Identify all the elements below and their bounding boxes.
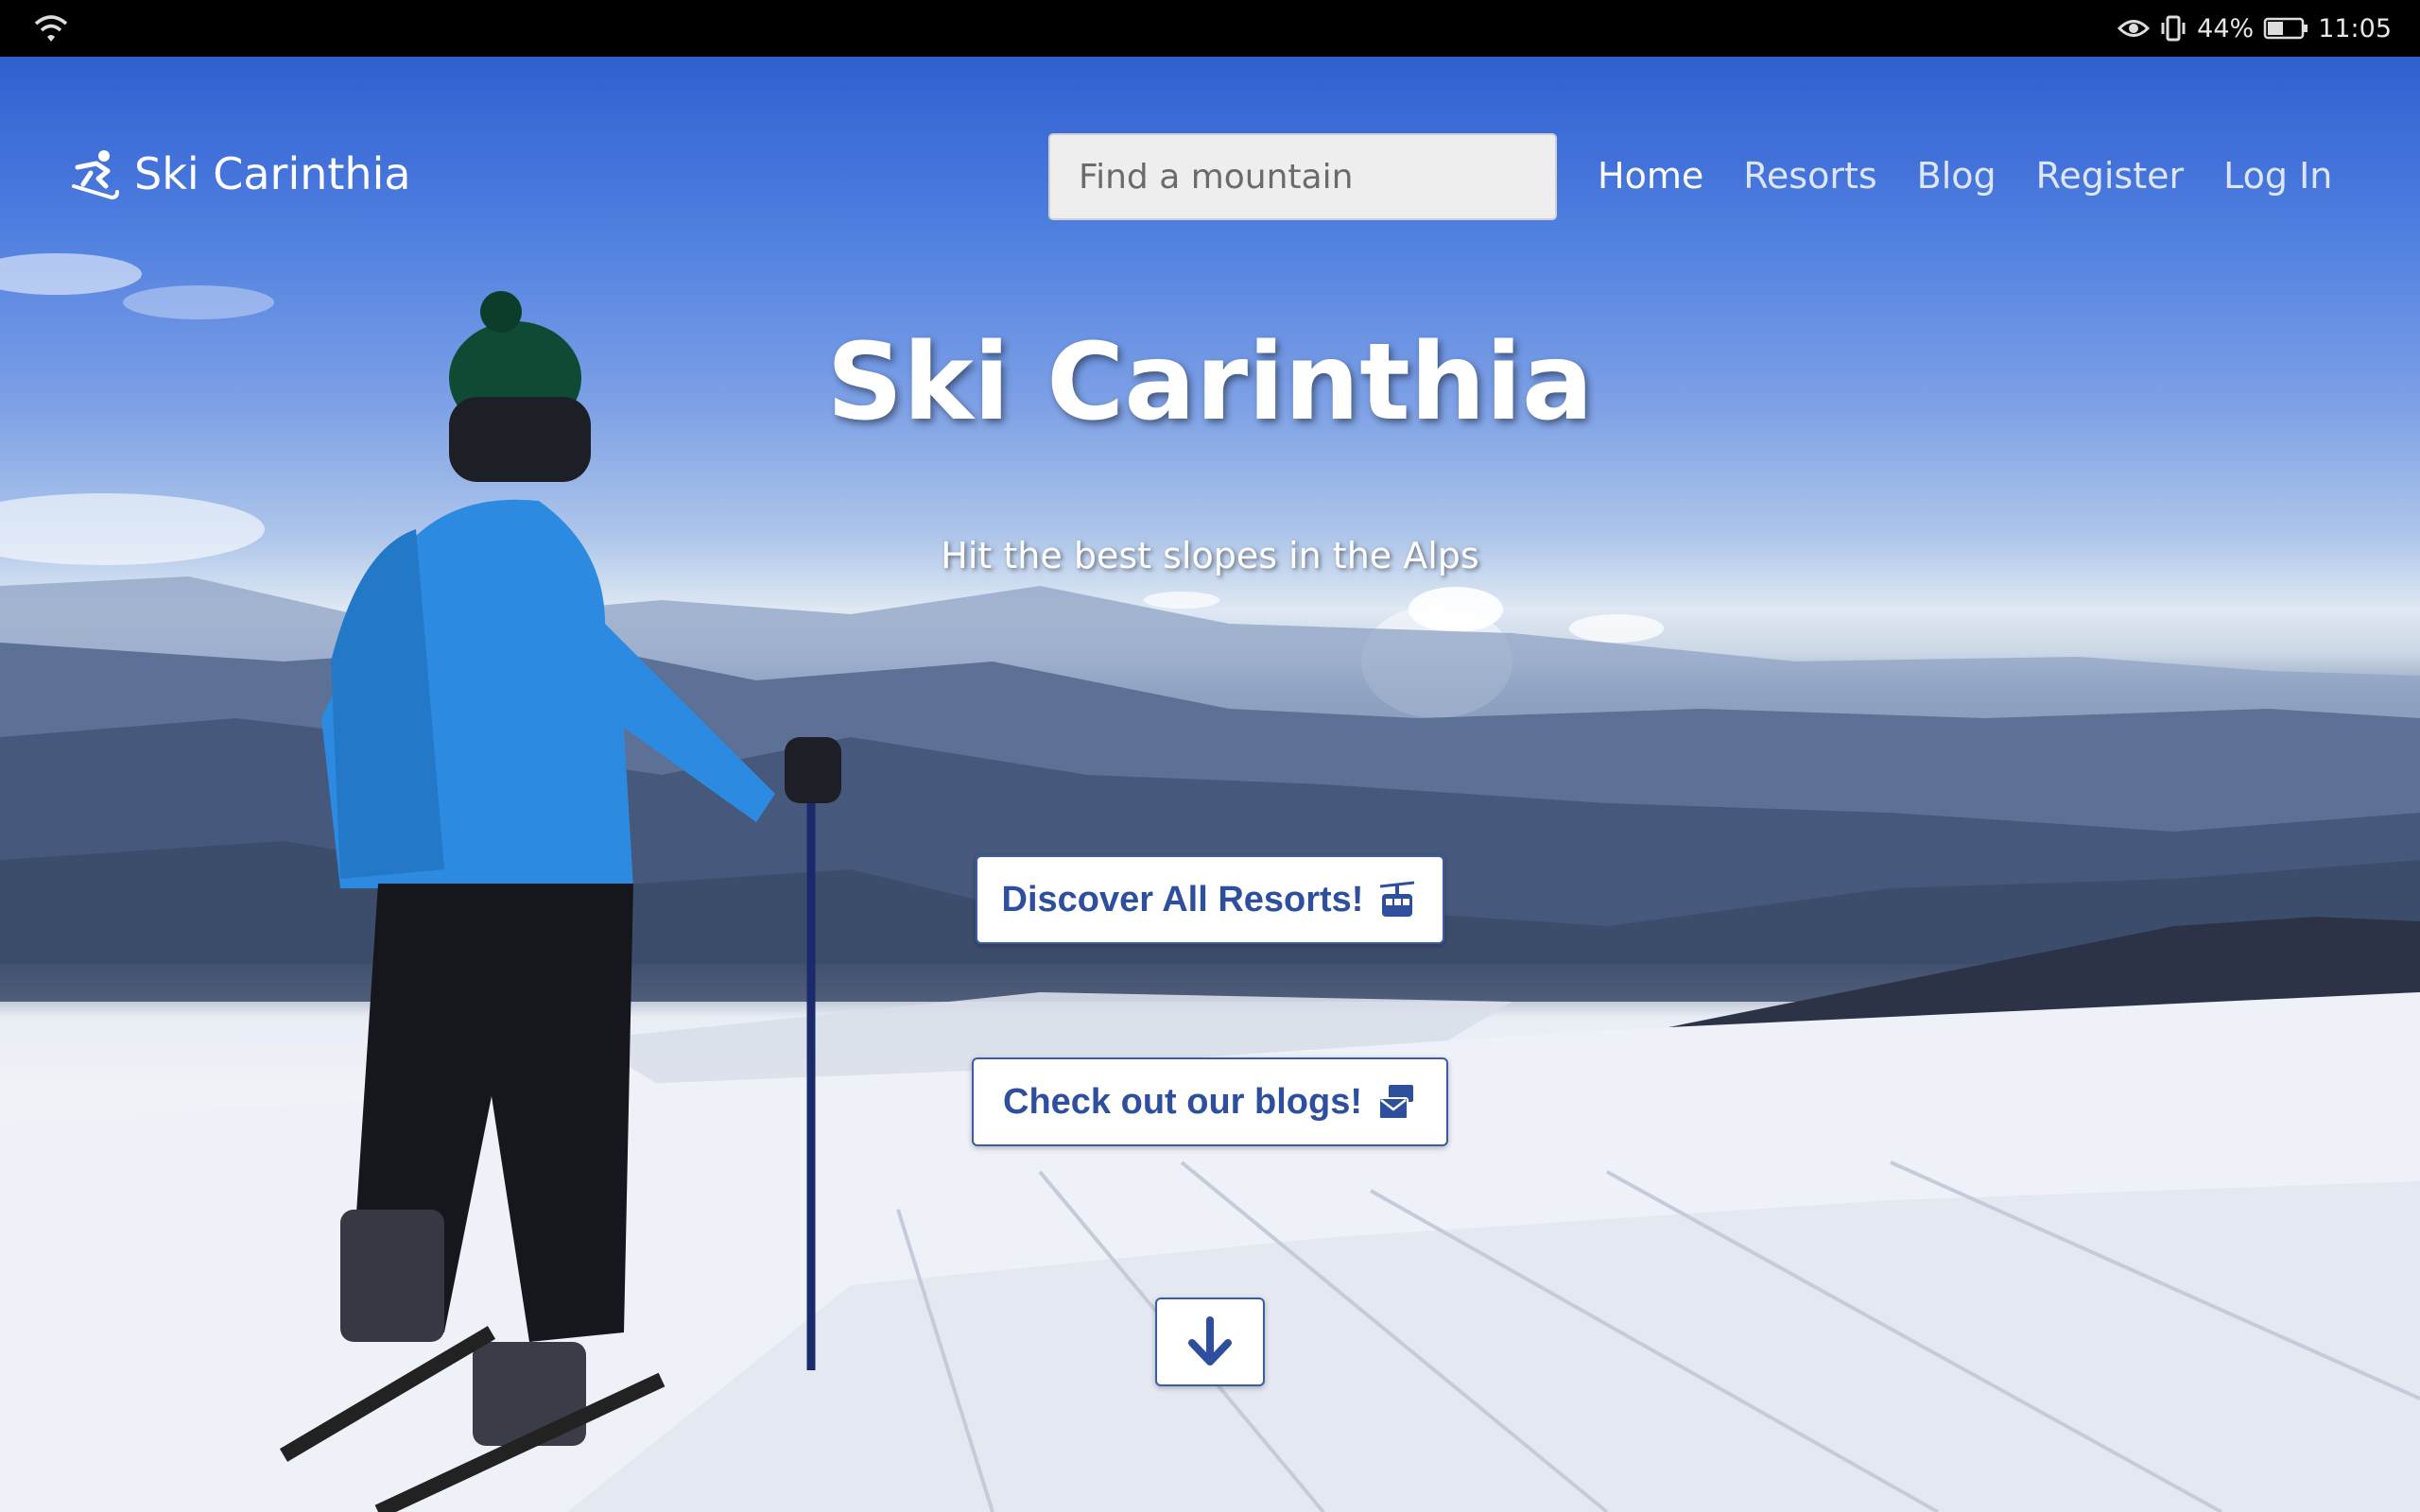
nav-link-login[interactable]: Log In [2223, 155, 2332, 197]
status-bar: 44% 11:05 [0, 0, 2420, 57]
search-input[interactable] [1048, 133, 1557, 220]
wifi-icon [34, 15, 68, 42]
nav-link-resorts[interactable]: Resorts [1743, 155, 1876, 197]
hero-subtitle: Hit the best slopes in the Alps [941, 535, 1479, 576]
arrow-down-icon [1188, 1316, 1232, 1366]
battery-percent: 44% [2197, 13, 2255, 43]
check-blogs-label: Check out our blogs! [1003, 1081, 1362, 1122]
hero-title: Ski Carinthia [826, 321, 1594, 444]
hero-background-image [0, 253, 2420, 1512]
brand-logo[interactable]: Ski Carinthia [70, 148, 411, 199]
scroll-down-button[interactable] [1155, 1297, 1265, 1386]
nav-link-register[interactable]: Register [2036, 155, 2184, 197]
main-nav: Home Resorts Blog Register Log In [1598, 155, 2332, 197]
hero-section: Ski Carinthia Home Resorts Blog Register… [0, 57, 2420, 1512]
brand-name: Ski Carinthia [134, 148, 411, 199]
discover-resorts-button[interactable]: Discover All Resorts! [976, 855, 1444, 944]
clock: 11:05 [2318, 13, 2392, 43]
check-blogs-button[interactable]: Check out our blogs! [972, 1057, 1448, 1146]
eye-icon [2118, 20, 2151, 37]
nav-link-blog[interactable]: Blog [1917, 155, 1996, 197]
skier-icon [72, 150, 119, 199]
discover-resorts-label: Discover All Resorts! [1001, 879, 1364, 919]
nav-link-home[interactable]: Home [1598, 155, 1703, 197]
vibrate-icon [2161, 15, 2186, 42]
mail-bulk-icon [1378, 1085, 1413, 1120]
cable-car-icon [1380, 881, 1415, 917]
battery-icon [2263, 17, 2308, 40]
